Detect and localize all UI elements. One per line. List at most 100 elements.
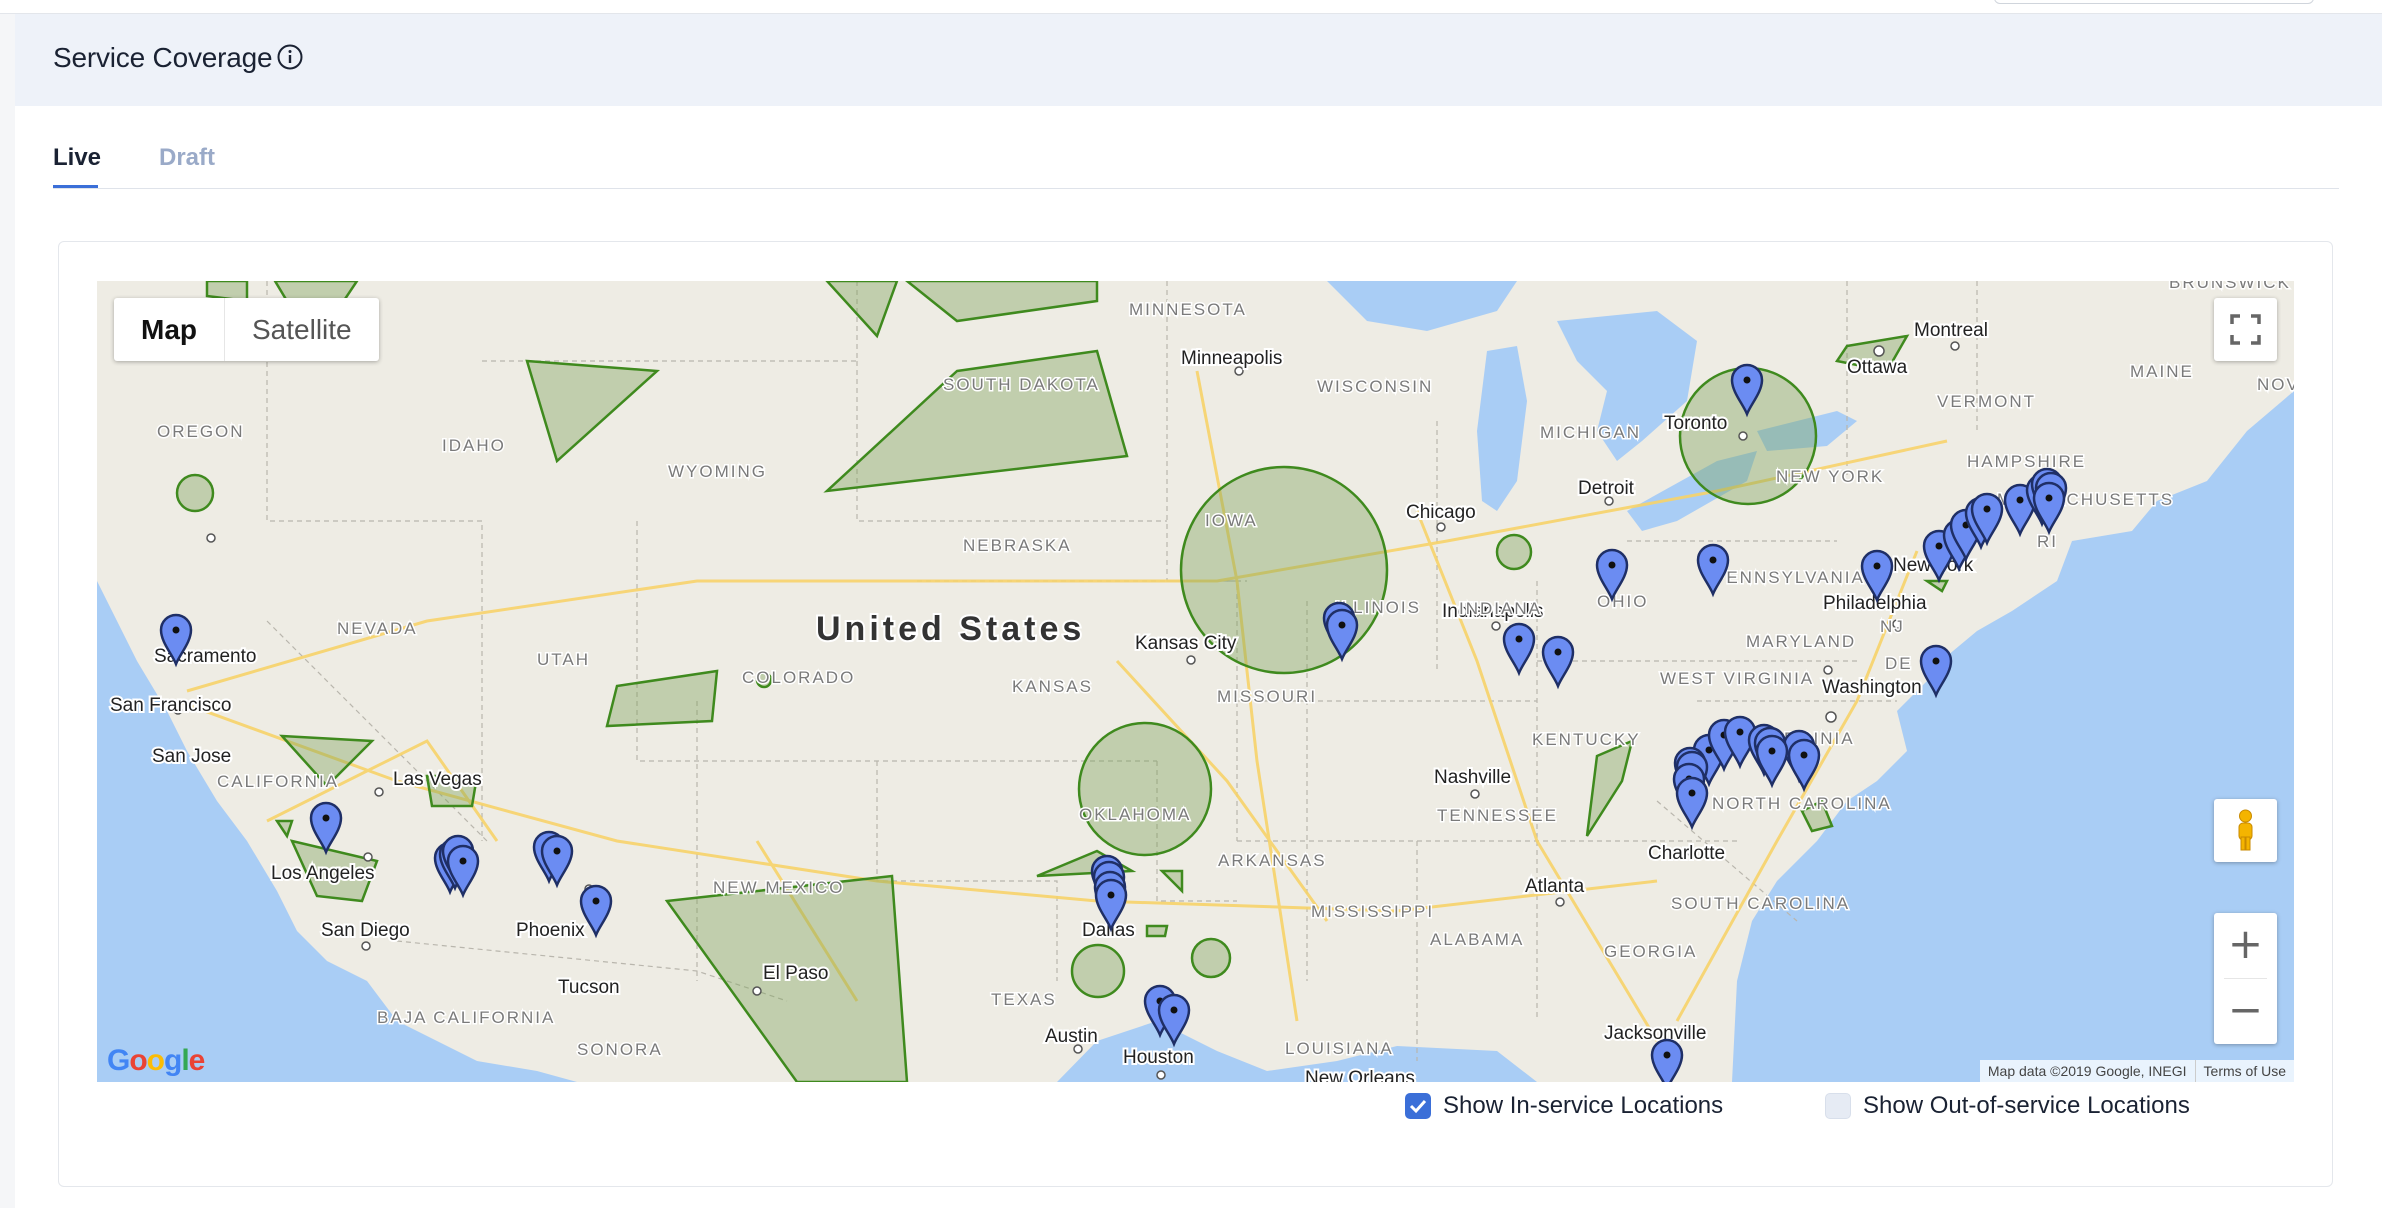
region-label: PENNSYLVANIA — [1713, 568, 1865, 587]
coverage-circle — [1495, 533, 1533, 571]
location-marker-icon[interactable] — [1919, 644, 1953, 699]
panel-title: Service Coverage — [53, 42, 273, 73]
checkmark-icon — [1409, 1099, 1427, 1114]
tab-draft[interactable]: Draft — [159, 144, 215, 172]
region-label: ALABAMA — [1430, 930, 1524, 949]
region-label: MAINE — [2130, 362, 2194, 381]
region-label: VERMONT — [1937, 392, 2036, 411]
coverage-circle — [1190, 937, 1232, 979]
map-type-satellite-button[interactable]: Satellite — [225, 298, 379, 361]
region-label: BAJA CALIFORNIA — [377, 1008, 555, 1027]
city-label: San Francisco — [110, 695, 231, 716]
city-label: Houston — [1123, 1047, 1194, 1068]
region-label: NEVADA — [337, 619, 418, 638]
region-label: SONORA — [577, 1040, 663, 1059]
region-label: NEW YORK — [1776, 467, 1884, 486]
city-label: San Diego — [321, 920, 410, 941]
tabs-divider — [53, 188, 2339, 189]
region-label: INDIANA — [1459, 599, 1542, 618]
top-bar — [0, 0, 2382, 14]
coverage-circle — [1077, 721, 1213, 857]
map-data-credit: Map data ©2019 Google, INEGI — [1987, 1063, 2187, 1079]
region-label: MISSISSIPPI — [1311, 902, 1434, 921]
city-label: Austin — [1045, 1026, 1098, 1047]
region-label: NORTH CAROLINA — [1712, 794, 1892, 813]
region-label: WYOMING — [668, 462, 767, 481]
city-label: Kansas City — [1135, 633, 1237, 654]
in-service-toggle[interactable]: Show In-service Locations — [1405, 1092, 1723, 1120]
region-label: MINNESOTA — [1129, 300, 1247, 319]
region-label: IOWA — [1205, 511, 1258, 530]
country-label: United States — [816, 610, 1085, 648]
region-label: NEBRASKA — [963, 536, 1072, 555]
region-label: SOUTH CAROLINA — [1671, 894, 1850, 913]
zoom-out-button[interactable]: − — [2214, 979, 2277, 1044]
city-label: San Jose — [152, 746, 231, 767]
city-label: Toronto — [1664, 413, 1727, 434]
city-label: Atlanta — [1525, 876, 1585, 897]
city-label: Montreal — [1914, 320, 1988, 341]
map-type-control: Map Satellite — [114, 298, 379, 361]
region-label: IDAHO — [442, 436, 506, 455]
region-label: LOUISIANA — [1285, 1039, 1394, 1058]
city-label: Ottawa — [1847, 357, 1908, 378]
coverage-circle — [1070, 943, 1126, 999]
city-label: Nashville — [1434, 767, 1511, 788]
map-attribution: Map data ©2019 Google, INEGI Terms of Us… — [1979, 1060, 2294, 1082]
map-canvas[interactable]: Minneapolis Montreal Ottawa Toronto Detr… — [97, 281, 2294, 1082]
region-label: OREGON — [157, 422, 245, 441]
region-label: SOUTH DAKOTA — [943, 375, 1100, 394]
city-label: Las Vegas — [393, 769, 482, 790]
city-label: New Orleans — [1305, 1068, 1415, 1082]
region-label: CALIFORNIA — [217, 772, 339, 791]
region-label: GEORGIA — [1604, 942, 1697, 961]
region-label: BRUNSWICK — [2169, 281, 2291, 292]
region-label: TEXAS — [991, 990, 1057, 1009]
region-label: COLORADO — [742, 668, 855, 687]
region-label: TENNESSEE — [1437, 806, 1558, 825]
pegman-icon — [2238, 809, 2253, 851]
city-label: El Paso — [763, 963, 828, 984]
region-label: NOV — [2257, 375, 2294, 394]
region-label: WISCONSIN — [1317, 377, 1433, 396]
region-label: OHIO — [1597, 592, 1648, 611]
region-label: MISSOURI — [1217, 687, 1317, 706]
panel-header: Service Coverage — [15, 14, 2382, 106]
in-service-label: Show In-service Locations — [1443, 1092, 1724, 1119]
region-label: NJ — [1880, 617, 1905, 636]
city-label: Washington — [1822, 677, 1922, 698]
map-type-map-button[interactable]: Map — [114, 298, 225, 361]
out-of-service-checkbox[interactable] — [1825, 1093, 1851, 1119]
city-label: Jacksonville — [1604, 1023, 1706, 1044]
city-label: Minneapolis — [1181, 348, 1282, 369]
city-label: Charlotte — [1648, 843, 1725, 864]
fullscreen-icon — [2230, 314, 2261, 345]
region-label: KANSAS — [1012, 677, 1093, 696]
city-label: Los Angeles — [271, 863, 375, 884]
out-of-service-label: Show Out-of-service Locations — [1863, 1092, 2190, 1119]
zoom-in-button[interactable]: + — [2214, 913, 2277, 978]
city-label: Tucson — [558, 977, 620, 998]
region-label: UTAH — [537, 650, 590, 669]
tab-live[interactable]: Live — [53, 144, 101, 172]
region-label: NEW MEXICO — [713, 878, 844, 897]
in-service-checkbox[interactable] — [1405, 1093, 1431, 1119]
region-label: HAMPSHIRE — [1967, 452, 2086, 471]
city-label: Detroit — [1578, 478, 1635, 499]
region-label: ARKANSAS — [1218, 851, 1327, 870]
top-search-box[interactable] — [1994, 0, 2314, 4]
region-label: DE — [1885, 654, 1913, 673]
region-label: KENTUCKY — [1532, 730, 1641, 749]
terms-of-use-link[interactable]: Terms of Use — [2194, 1060, 2294, 1082]
info-circle-icon[interactable] — [275, 42, 305, 72]
google-logo[interactable]: Google — [107, 1044, 205, 1078]
out-of-service-toggle[interactable]: Show Out-of-service Locations — [1825, 1092, 2190, 1120]
city-label: Chicago — [1406, 502, 1476, 523]
fullscreen-button[interactable] — [2214, 298, 2277, 361]
city-label: Phoenix — [516, 920, 585, 941]
coverage-polygon — [1145, 924, 1169, 938]
zoom-control: + − — [2214, 913, 2277, 1044]
street-view-button[interactable] — [2214, 799, 2277, 862]
region-label: MARYLAND — [1746, 632, 1856, 651]
coverage-map[interactable]: Minneapolis Montreal Ottawa Toronto Detr… — [97, 281, 2294, 1082]
